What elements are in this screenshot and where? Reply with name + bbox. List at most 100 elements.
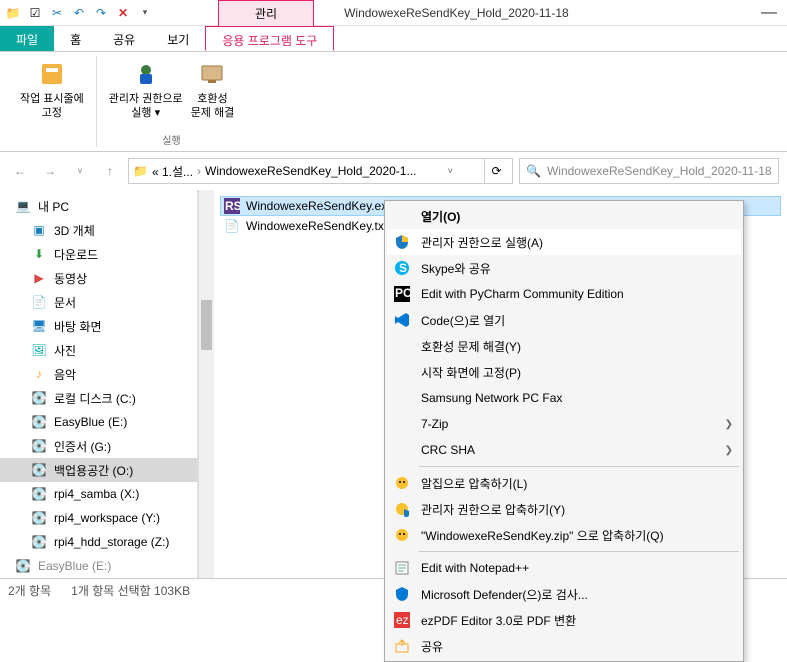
- tab-home[interactable]: 홈: [54, 26, 97, 51]
- back-button[interactable]: ←: [8, 159, 32, 183]
- menu-ezpdf[interactable]: ezezPDF Editor 3.0로 PDF 변환: [387, 607, 741, 633]
- videos-icon: ▶: [30, 269, 48, 287]
- ribbon-content: 작업 표시줄에 고정 관리자 권한으로 실행 ▾ 호환성 문제 해결 실행: [0, 52, 787, 152]
- vscode-icon: [391, 310, 413, 330]
- title-bar: 📁 ☑ ✂ ↶ ↷ ✕ ▾ 관리 WindowexeReSendKey_Hold…: [0, 0, 787, 26]
- checkbox-icon[interactable]: ☑: [26, 4, 44, 22]
- menu-open[interactable]: 열기(O): [387, 203, 741, 229]
- menu-compat[interactable]: 호환성 문제 해결(Y): [387, 333, 741, 359]
- tree-this-pc[interactable]: 💻내 PC: [0, 194, 197, 218]
- window-title: WindowexeReSendKey_Hold_2020-11-18: [344, 6, 569, 20]
- network-drive-icon: 💽: [30, 485, 48, 503]
- tree-desktop[interactable]: 🖥바탕 화면: [0, 314, 197, 338]
- tree-rpi4-workspace[interactable]: 💽rpi4_workspace (Y:): [0, 506, 197, 530]
- menu-defender[interactable]: Microsoft Defender(으)로 검사...: [387, 581, 741, 607]
- alzip-icon: [391, 473, 413, 493]
- drive-icon: 💽: [30, 461, 48, 479]
- quick-access-toolbar: 📁 ☑ ✂ ↶ ↷ ✕ ▾: [0, 4, 158, 22]
- pin-taskbar-button[interactable]: 작업 표시줄에 고정: [16, 56, 88, 123]
- tree-music[interactable]: ♪음악: [0, 362, 197, 386]
- tree-documents[interactable]: 📄문서: [0, 290, 197, 314]
- recent-dropdown[interactable]: ˅: [68, 159, 92, 183]
- ribbon-group-run: 관리자 권한으로 실행 ▾ 호환성 문제 해결 실행: [97, 56, 246, 147]
- downloads-icon: ⬇: [30, 245, 48, 263]
- documents-icon: 📄: [30, 293, 48, 311]
- compat-button[interactable]: 호환성 문제 해결: [187, 56, 239, 123]
- menu-run-admin[interactable]: 관리자 권한으로 실행(A): [387, 229, 741, 255]
- menu-notepadpp[interactable]: Edit with Notepad++: [387, 555, 741, 581]
- menu-samsung-fax[interactable]: Samsung Network PC Fax: [387, 385, 741, 411]
- refresh-button[interactable]: ⟳: [484, 159, 508, 183]
- tree-3d-objects[interactable]: ▣3D 개체: [0, 218, 197, 242]
- ribbon-group-pin: 작업 표시줄에 고정: [8, 56, 97, 147]
- music-icon: ♪: [30, 365, 48, 383]
- objects3d-icon: ▣: [30, 221, 48, 239]
- menu-pin-start[interactable]: 시작 화면에 고정(P): [387, 359, 741, 385]
- run-admin-button[interactable]: 관리자 권한으로 실행 ▾: [105, 56, 187, 123]
- menu-pycharm[interactable]: PCEdit with PyCharm Community Edition: [387, 281, 741, 307]
- tab-file[interactable]: 파일: [0, 26, 54, 51]
- drive-icon: 💽: [30, 437, 48, 455]
- tab-app-tools[interactable]: 응용 프로그램 도구: [205, 26, 334, 51]
- menu-separator: [419, 466, 739, 467]
- up-button[interactable]: ↑: [98, 159, 122, 183]
- tree-rpi4-samba[interactable]: 💽rpi4_samba (X:): [0, 482, 197, 506]
- pin-icon: [36, 58, 68, 90]
- menu-skype[interactable]: SSkype와 공유: [387, 255, 741, 281]
- tab-view[interactable]: 보기: [151, 26, 205, 51]
- search-icon: 🔍: [526, 164, 541, 178]
- delete-icon[interactable]: ✕: [114, 4, 132, 22]
- tree-scrollbar[interactable]: [198, 190, 214, 578]
- ribbon-tabs: 파일 홈 공유 보기 응용 프로그램 도구: [0, 26, 787, 52]
- pictures-icon: 🖼: [30, 341, 48, 359]
- svg-text:ez: ez: [396, 613, 409, 627]
- search-box[interactable]: 🔍 WindowexeReSendKey_Hold_2020-11-18: [519, 158, 779, 184]
- defender-icon: [391, 584, 413, 604]
- tree-rpi4-hdd[interactable]: 💽rpi4_hdd_storage (Z:): [0, 530, 197, 554]
- menu-vscode[interactable]: Code(으)로 열기: [387, 307, 741, 333]
- desktop-icon: 🖥: [30, 317, 48, 335]
- tree-local-disk[interactable]: 💽로컬 디스크 (C:): [0, 386, 197, 410]
- tree-pictures[interactable]: 🖼사진: [0, 338, 197, 362]
- svg-text:S: S: [399, 261, 407, 275]
- notepadpp-icon: [391, 558, 413, 578]
- tree-downloads[interactable]: ⬇다운로드: [0, 242, 197, 266]
- redo-icon[interactable]: ↷: [92, 4, 110, 22]
- menu-zip-as[interactable]: "WindowexeReSendKey.zip" 으로 압축하기(Q): [387, 522, 741, 548]
- status-selection: 1개 항목 선택함 103KB: [71, 582, 190, 599]
- menu-crc-sha[interactable]: CRC SHA❯: [387, 437, 741, 463]
- compat-icon: [196, 58, 228, 90]
- pc-icon: 💻: [14, 197, 32, 215]
- tree-easyblue[interactable]: 💽EasyBlue (E:): [0, 410, 197, 434]
- menu-admin-zip[interactable]: 관리자 권한으로 압축하기(Y): [387, 496, 741, 522]
- breadcrumb[interactable]: « 1.설... › WindowexeReSendKey_Hold_2020-…: [152, 163, 417, 180]
- tree-cert[interactable]: 💽인증서 (G:): [0, 434, 197, 458]
- svg-text:PC: PC: [395, 286, 410, 300]
- cut-icon[interactable]: ✂: [48, 4, 66, 22]
- pycharm-icon: PC: [391, 284, 413, 304]
- minimize-button[interactable]: —: [761, 4, 787, 22]
- undo-icon[interactable]: ↶: [70, 4, 88, 22]
- address-dropdown[interactable]: ˅: [448, 166, 453, 176]
- tab-share[interactable]: 공유: [97, 26, 151, 51]
- network-drive-icon: 💽: [30, 509, 48, 527]
- share-icon: [391, 636, 413, 656]
- tree-backup[interactable]: 💽백업용공간 (O:): [0, 458, 197, 482]
- menu-share[interactable]: 공유: [387, 633, 741, 659]
- navigation-bar: ← → ˅ ↑ 📁 « 1.설... › WindowexeReSendKey_…: [0, 152, 787, 190]
- tree-videos[interactable]: ▶동영상: [0, 266, 197, 290]
- ezpdf-icon: ez: [391, 610, 413, 630]
- tree-easyblue2[interactable]: 💽EasyBlue (E:): [0, 554, 197, 578]
- address-bar[interactable]: 📁 « 1.설... › WindowexeReSendKey_Hold_202…: [128, 158, 513, 184]
- folder-icon: 📁: [4, 4, 22, 22]
- menu-alzip[interactable]: 알집으로 압축하기(L): [387, 470, 741, 496]
- alzip-icon: [391, 525, 413, 545]
- submenu-arrow-icon: ❯: [725, 445, 733, 456]
- skype-icon: S: [391, 258, 413, 278]
- drive-icon: 💽: [30, 413, 48, 431]
- menu-7zip[interactable]: 7-Zip❯: [387, 411, 741, 437]
- dropdown-icon[interactable]: ▾: [136, 4, 154, 22]
- scroll-thumb[interactable]: [201, 300, 212, 350]
- forward-button[interactable]: →: [38, 159, 62, 183]
- txt-icon: 📄: [224, 218, 240, 234]
